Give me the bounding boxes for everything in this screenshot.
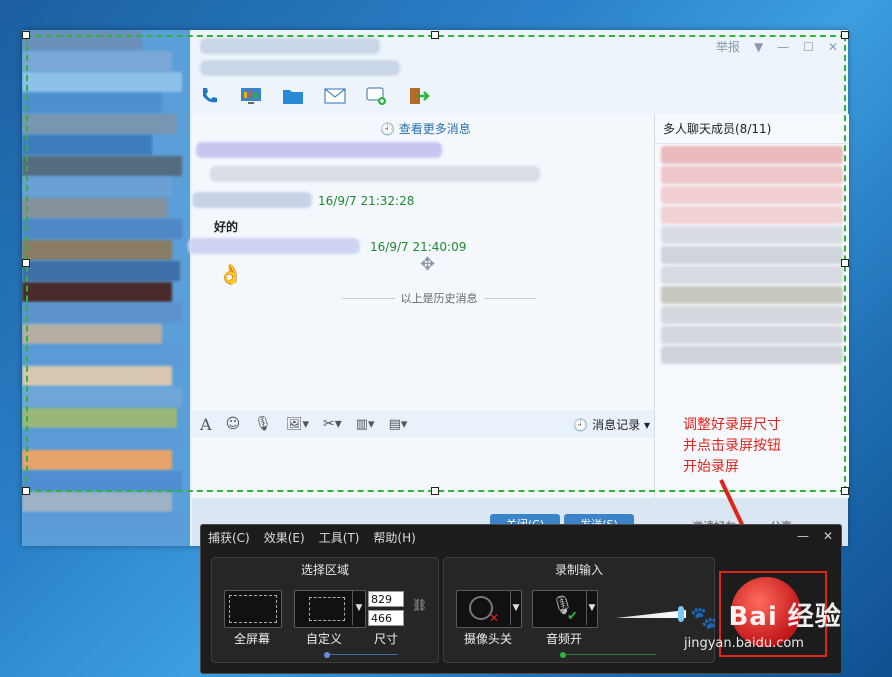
- folder-icon[interactable]: [282, 86, 304, 106]
- paw-logo-icon: 🐾: [690, 606, 719, 631]
- more-apps-icon[interactable]: ▤▾: [389, 417, 408, 432]
- camera-toggle-button[interactable]: ✕ ▼: [456, 590, 522, 628]
- member-item[interactable]: [661, 186, 843, 204]
- message-text: 好的: [214, 220, 239, 234]
- member-item[interactable]: [661, 286, 843, 304]
- close-icon[interactable]: ✕: [823, 529, 833, 543]
- message-timestamp: 16/9/7 21:32:28: [318, 194, 415, 208]
- move-cursor-icon: ✥: [420, 254, 436, 275]
- recorder-window-controls: — ✕: [797, 529, 833, 543]
- camera-label: 摄像头关: [463, 632, 512, 646]
- height-input[interactable]: 466: [368, 610, 404, 626]
- custom-label: 自定义: [305, 632, 342, 646]
- chart-icon[interactable]: ▥▾: [356, 417, 375, 432]
- chevron-down-icon[interactable]: ▼: [754, 40, 763, 54]
- resize-handle[interactable]: [841, 487, 849, 495]
- screen-share-icon[interactable]: [240, 86, 262, 106]
- chat-toolbar: [198, 86, 430, 106]
- clock-icon: 🕘: [380, 122, 395, 136]
- member-item[interactable]: [661, 146, 843, 164]
- member-item[interactable]: [661, 166, 843, 184]
- menu-effects[interactable]: 效果(E): [264, 529, 305, 546]
- audio-toggle-button[interactable]: 🎙 ✔ ▼: [532, 590, 598, 628]
- fullscreen-label: 全屏幕: [233, 632, 270, 646]
- minimize-icon[interactable]: —: [797, 529, 809, 543]
- message-record-button[interactable]: 🕘 消息记录 ▾: [573, 416, 650, 433]
- exit-icon[interactable]: [408, 86, 430, 106]
- microphone-icon[interactable]: 🎙: [254, 416, 272, 432]
- window-controls: 举报 ▼ — ☐ ✕: [716, 38, 838, 55]
- maximize-icon[interactable]: ☐: [803, 40, 814, 54]
- instruction-annotation: 调整好录屏尺寸 并点击录屏按钮 开始录屏: [683, 417, 781, 475]
- add-chat-icon[interactable]: [366, 86, 388, 106]
- resize-handle[interactable]: [22, 31, 30, 39]
- report-link[interactable]: 举报: [716, 38, 740, 55]
- menu-tools[interactable]: 工具(T): [319, 529, 360, 546]
- menu-help[interactable]: 帮助(H): [373, 529, 415, 546]
- member-item[interactable]: [661, 246, 843, 264]
- select-region-group: 选择区域 全屏幕 ▼ 自定义 829 466 ⛓ 尺寸: [211, 557, 439, 663]
- record-input-group: 录制输入 ✕ ▼ 摄像头关 🎙 ✔ ▼ 音频开: [443, 557, 715, 663]
- blurred-message: [196, 142, 442, 158]
- watermark-url: jingyan.baidu.com: [684, 636, 804, 651]
- member-item[interactable]: [661, 306, 843, 324]
- close-icon[interactable]: ✕: [828, 40, 838, 54]
- chevron-down-icon[interactable]: ▼: [510, 591, 521, 625]
- chevron-down-icon[interactable]: ▼: [352, 591, 365, 625]
- resize-handle[interactable]: [22, 259, 30, 267]
- resize-handle[interactable]: [841, 259, 849, 267]
- blurred-title: [200, 38, 380, 54]
- member-item[interactable]: [661, 326, 843, 344]
- custom-region-button[interactable]: ▼: [294, 590, 366, 628]
- member-item[interactable]: [661, 206, 843, 224]
- message-timestamp: 16/9/7 21:40:09: [370, 240, 467, 254]
- input-toolbar: A ☺ 🎙 🖼▾ ✂▾ ▥▾ ▤▾ 🕘 消息记录 ▾: [192, 410, 654, 438]
- fullscreen-button[interactable]: [224, 590, 282, 628]
- message-area: 🕘 查看更多消息 16/9/7 21:32:28 好的 16/9/7 21:40…: [188, 114, 654, 410]
- blurred-sender: [188, 238, 360, 254]
- baidu-watermark: 🐾 Bai 经验: [690, 602, 842, 632]
- clock-icon: 🕘: [573, 417, 589, 432]
- ok-emoji-icon: 👌: [218, 262, 243, 286]
- emoji-icon[interactable]: ☺: [226, 416, 241, 432]
- resize-handle[interactable]: [22, 487, 30, 495]
- volume-slider-handle[interactable]: [678, 606, 684, 622]
- size-label: 尺寸: [373, 632, 398, 646]
- resize-handle[interactable]: [431, 31, 439, 39]
- message-input[interactable]: [192, 438, 654, 498]
- scissors-icon[interactable]: ✂▾: [323, 416, 342, 432]
- font-icon[interactable]: A: [200, 415, 212, 434]
- blurred-message: [210, 166, 540, 182]
- minimize-icon[interactable]: —: [777, 40, 789, 54]
- phone-icon[interactable]: [198, 86, 220, 106]
- member-item[interactable]: [661, 266, 843, 284]
- volume-meter: [616, 610, 686, 618]
- record-input-title: 录制输入: [554, 563, 603, 577]
- members-title: 多人聊天成员(8/11): [655, 114, 849, 144]
- mail-icon[interactable]: [324, 86, 346, 106]
- history-divider: 以上是历史消息: [342, 290, 536, 306]
- audio-label: 音频开: [545, 632, 582, 646]
- member-item[interactable]: [661, 226, 843, 244]
- recorder-menu: 捕获(C) 效果(E) 工具(T) 帮助(H): [201, 525, 841, 549]
- member-item[interactable]: [661, 346, 843, 364]
- width-input[interactable]: 829: [368, 591, 404, 607]
- chevron-down-icon[interactable]: ▼: [586, 591, 597, 625]
- blurred-subtitle: [200, 60, 400, 76]
- load-more-link[interactable]: 🕘 查看更多消息: [380, 120, 471, 137]
- contact-list-blurred: [22, 30, 190, 546]
- select-region-title: 选择区域: [300, 563, 349, 577]
- image-icon[interactable]: 🖼▾: [286, 417, 309, 432]
- blurred-sender: [192, 192, 312, 208]
- lock-ratio-icon[interactable]: ⛓: [412, 598, 427, 612]
- resize-handle[interactable]: [431, 487, 439, 495]
- menu-capture[interactable]: 捕获(C): [208, 529, 250, 546]
- resize-handle[interactable]: [841, 31, 849, 39]
